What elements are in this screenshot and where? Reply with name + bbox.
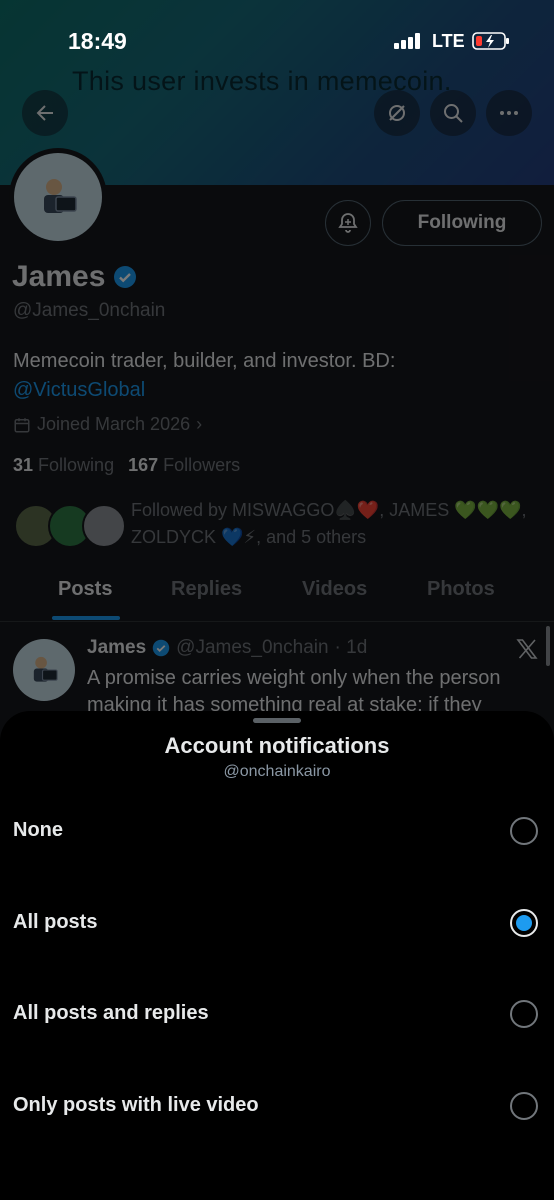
x-logo-icon: [516, 639, 538, 659]
post-author-handle: @James_0nchain: [176, 637, 329, 658]
sheet-subtitle: @onchainkairo: [223, 763, 331, 780]
battery-charging-icon: [472, 32, 509, 50]
option-none[interactable]: None: [0, 797, 554, 867]
post-avatar[interactable]: [13, 639, 75, 701]
bio-text: Memecoin trader, builder, and investor. …: [13, 350, 396, 372]
option-all-posts[interactable]: All posts: [0, 889, 554, 959]
verified-icon: [152, 639, 170, 657]
post-header: James @James_0nchain · 1d: [87, 637, 367, 659]
notification-off-icon: [389, 105, 405, 121]
sheet-title: Account notifications: [164, 733, 390, 758]
avatar-image: [44, 179, 77, 213]
bell-icon: [338, 213, 358, 233]
profile-name-row: James: [12, 260, 137, 294]
option-all-posts-and-replies[interactable]: All posts and replies: [0, 980, 554, 1050]
scrollbar-thumb[interactable]: [546, 626, 550, 666]
follow-counts: 31 Following 167 Followers: [13, 455, 240, 476]
chevron-right-icon: ›: [196, 414, 203, 434]
sheet-drag-handle[interactable]: [253, 718, 301, 723]
profile-tabs: Posts Replies Videos Photos: [0, 570, 554, 622]
option-label: All posts: [13, 911, 98, 933]
network-type: LTE: [432, 31, 465, 51]
followers-count-link[interactable]: 167 Followers: [128, 455, 240, 476]
radio-button-selected[interactable]: [510, 909, 538, 937]
option-label: Only posts with live video: [13, 1094, 259, 1116]
radio-button[interactable]: [510, 1000, 538, 1028]
account-notifications-sheet: Account notifications @onchainkairo None…: [0, 711, 554, 1200]
avatar-image: [33, 656, 58, 682]
tab-replies[interactable]: Replies: [171, 578, 242, 601]
profile-bio: Memecoin trader, builder, and investor. …: [13, 347, 533, 405]
bio-link[interactable]: @VictusGlobal: [13, 379, 145, 401]
tab-photos[interactable]: Photos: [427, 578, 495, 601]
notifications-bell-button[interactable]: [325, 200, 371, 246]
radio-button[interactable]: [510, 1092, 538, 1120]
profile-handle: @James_0nchain: [13, 300, 166, 321]
back-button[interactable]: [22, 90, 68, 136]
followed-by-avatars[interactable]: [14, 504, 126, 550]
more-button[interactable]: [486, 90, 532, 136]
search-icon: [444, 104, 463, 123]
joined-date[interactable]: Joined March 2026 ›: [13, 414, 202, 435]
followed-by-text[interactable]: Followed by MISWAGGO♠️❤️, JAMES 💚💚💚, ZOL…: [131, 497, 531, 551]
following-count-link[interactable]: 31 Following: [13, 455, 114, 476]
notification-off-button[interactable]: [374, 90, 420, 136]
active-tab-indicator: [52, 616, 120, 620]
following-button[interactable]: Following: [382, 200, 542, 246]
search-button[interactable]: [430, 90, 476, 136]
back-arrow-icon: [36, 105, 53, 121]
signal-icon: [394, 33, 420, 49]
profile-name: James: [12, 260, 106, 293]
option-live-video[interactable]: Only posts with live video: [0, 1072, 554, 1142]
calendar-icon: [14, 417, 30, 432]
option-label: All posts and replies: [13, 1002, 209, 1024]
verified-icon: [114, 266, 137, 288]
profile-avatar[interactable]: [9, 148, 107, 246]
joined-text: Joined March 2026: [37, 414, 191, 434]
status-time: 18:49: [68, 28, 127, 54]
tab-posts[interactable]: Posts: [58, 578, 112, 601]
tab-videos[interactable]: Videos: [302, 578, 367, 601]
follower-avatar: [82, 504, 126, 548]
post-author-name: James: [87, 637, 147, 658]
option-label: None: [13, 819, 63, 841]
more-icon: [500, 111, 518, 115]
status-bar: 18:49 LTE: [0, 0, 554, 80]
post-age: · 1d: [334, 637, 368, 658]
post-item[interactable]: James @James_0nchain · 1d A promise carr…: [0, 623, 554, 723]
radio-button[interactable]: [510, 817, 538, 845]
